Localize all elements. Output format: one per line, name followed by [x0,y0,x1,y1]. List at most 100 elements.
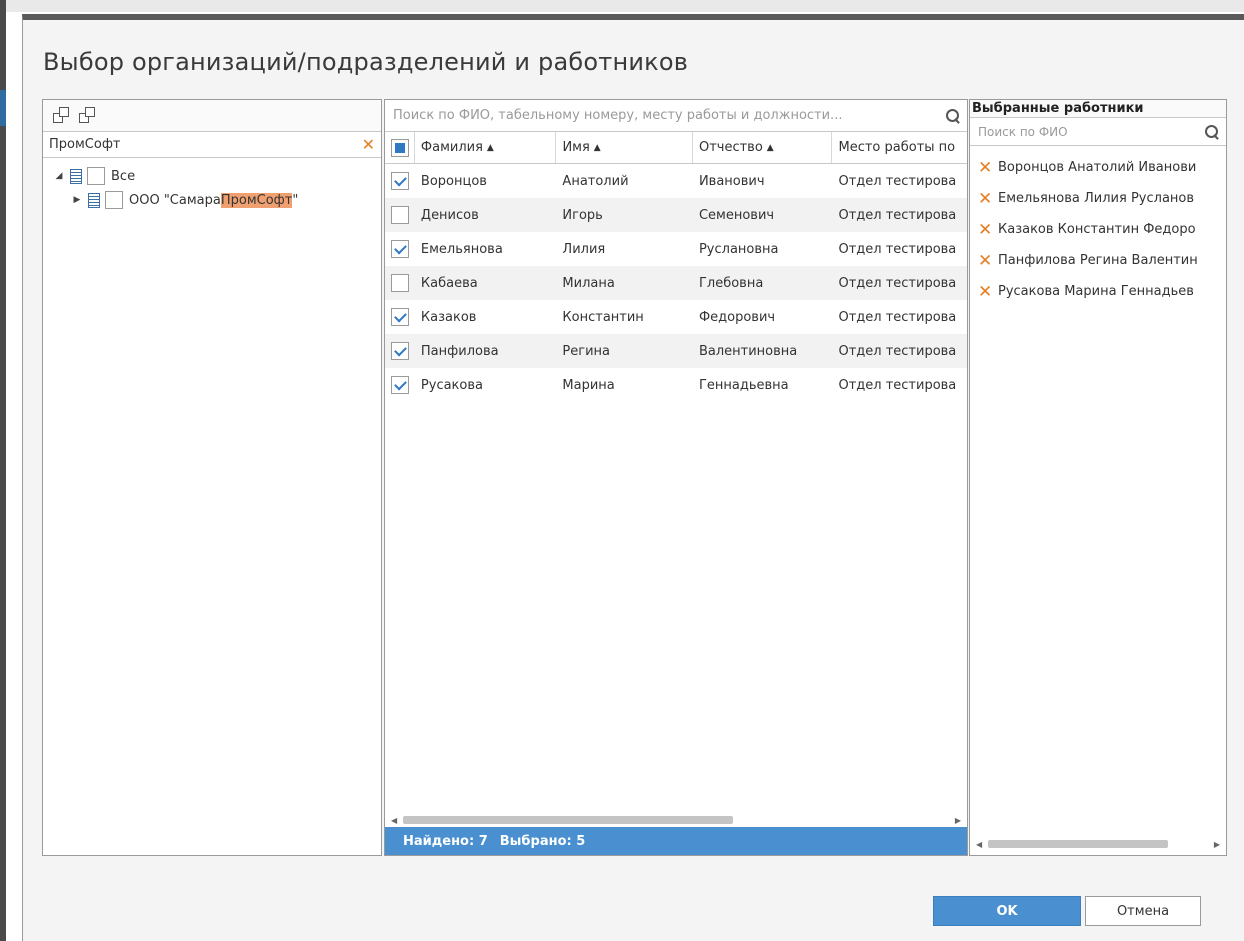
cell-lastname: Панфилова [420,343,499,359]
tree-filter-value[interactable]: ПромСофт [49,137,362,152]
table-row[interactable]: Денисов Игорь Семенович Отдел тестирова [385,198,967,232]
scrollbar-thumb[interactable] [988,840,1169,848]
scroll-right-icon[interactable]: ▶ [955,816,961,825]
cell-lastname: Казаков [420,309,477,325]
cell-workplace: Отдел тестирова [838,173,957,189]
search-icon[interactable] [1204,124,1220,140]
column-header-firstname[interactable]: Имя ▲ [556,132,693,163]
row-checkbox-cell [385,232,415,266]
remove-icon[interactable]: ✕ [978,282,992,302]
selected-worker-name: Воронцов Анатолий Иванови [998,160,1197,175]
table-row[interactable]: Казаков Константин Федорович Отдел тестиров… [385,300,967,334]
column-header-lastname[interactable]: Фамилия ▲ [415,132,557,163]
column-label: Фамилия [420,140,483,155]
row-checkbox-cell [385,266,415,300]
row-checkbox[interactable] [391,274,409,292]
column-label: Место работы по [838,140,956,155]
grid-header: Фамилия ▲ Имя ▲ Отчество ▲ Место работы по [385,132,967,164]
remove-icon[interactable]: ✕ [978,189,992,209]
row-checkbox[interactable] [391,376,409,394]
tree-node-all[interactable]: ◢ Все [43,164,381,188]
selected-search [970,118,1226,146]
scrollbar-thumb[interactable] [403,816,734,824]
cell-firstname: Игорь [562,207,603,223]
cell-patronymic: Геннадьевна [698,377,789,393]
selected-search-input[interactable] [976,123,1204,140]
grid-body: Воронцов Анатолий Иванович Отдел тестирова Д… [385,164,967,402]
organization-icon [69,168,83,184]
expand-arrow-icon[interactable]: ▶ [71,195,83,205]
cancel-button[interactable]: Отмена [1085,896,1201,926]
org-label-suffix: " [292,192,299,208]
employee-search [385,100,967,132]
remove-icon[interactable]: ✕ [978,158,992,178]
collapse-all-icon[interactable] [79,106,97,125]
org-tree: ◢ Все ▶ ООО "СамараПромСофт" [43,158,381,212]
employees-panel: Фамилия▲ Имя▲ Отчество▲ Место работы по … [384,99,968,856]
row-checkbox[interactable] [391,308,409,326]
search-icon[interactable] [945,108,961,124]
cell-patronymic: Глебовна [698,275,764,291]
selected-horizontal-scrollbar[interactable]: ◀ ▶ [970,836,1226,852]
employee-search-input[interactable] [391,107,945,124]
list-item: ✕ Воронцов Анатолий Иванови [970,152,1226,183]
scroll-left-icon[interactable]: ◀ [976,840,982,849]
list-item: ✕ Казаков Константин Федоро [970,214,1226,245]
remove-icon[interactable]: ✕ [978,251,992,271]
selected-count: Выбрано: 5 [499,833,586,849]
cell-lastname: Емельянова [420,241,503,257]
table-row[interactable]: Русакова Марина Геннадьевна Отдел тестирова [385,368,967,402]
table-row[interactable]: Панфилова Регина Валентиновна Отдел тестиро… [385,334,967,368]
tree-node-org[interactable]: ▶ ООО "СамараПромСофт" [43,188,381,212]
row-checkbox-cell [385,198,415,232]
cell-firstname: Регина [562,343,611,359]
expand-all-icon[interactable] [53,106,71,125]
table-row[interactable]: Кабаева Милана Глебовна Отдел тестирова [385,266,967,300]
dialog-title: Выбор организаций/подразделений и работн… [43,48,689,76]
table-row[interactable]: Воронцов Анатолий Иванович Отдел тестирова [385,164,967,198]
scrollbar-track[interactable] [988,840,1208,848]
scrollbar-track[interactable] [403,816,949,824]
sort-asc-icon: ▲ [486,142,494,153]
cell-lastname: Воронцов [420,173,487,189]
row-checkbox[interactable] [391,240,409,258]
cell-patronymic: Иванович [698,173,765,189]
remove-icon[interactable]: ✕ [978,220,992,240]
cell-patronymic: Валентиновна [698,343,798,359]
table-row[interactable]: Емельянова Лилия Руслановна Отдел тестирова [385,232,967,266]
select-all-checkbox[interactable] [391,138,409,157]
row-checkbox-cell [385,300,415,334]
cell-firstname: Анатолий [562,173,629,189]
select-all-header [385,132,415,163]
column-header-patronymic[interactable]: Отчество ▲ [693,132,833,163]
column-label: Отчество [698,140,763,155]
row-checkbox[interactable] [391,206,409,224]
row-checkbox[interactable] [391,172,409,190]
organization-icon [87,192,101,208]
cell-patronymic: Семенович [698,207,775,223]
org-tree-panel: ПромСофт ✕ ◢ Все ▶ ООО "СамараПромСофт" [42,99,382,856]
column-header-workplace[interactable]: Место работы по [832,132,967,163]
selected-worker-name: Панфилова Регина Валентин [998,253,1198,268]
scroll-left-icon[interactable]: ◀ [391,816,397,825]
selected-worker-name: Емельянова Лилия Русланов [998,191,1195,206]
row-checkbox[interactable] [391,342,409,360]
ok-button[interactable]: OK [933,896,1081,926]
clear-filter-icon[interactable]: ✕ [362,135,375,154]
grid-horizontal-scrollbar[interactable]: ◀ ▶ [385,812,967,828]
cell-firstname: Лилия [562,241,606,257]
tree-node-label: ООО "СамараПромСофт" [129,192,299,208]
org-label-prefix: ООО "Самара [129,192,221,208]
scroll-right-icon[interactable]: ▶ [1214,840,1220,849]
column-label: Имя [562,140,590,155]
cell-patronymic: Федорович [698,309,776,325]
selected-workers-title: Выбранные работники [970,100,1226,118]
tree-node-checkbox[interactable] [105,191,123,209]
tree-node-checkbox[interactable] [87,167,105,185]
collapse-arrow-icon[interactable]: ◢ [53,171,65,181]
cell-firstname: Милана [562,275,615,291]
row-checkbox-cell [385,164,415,198]
grid-status-bar: Найдено: 7 Выбрано: 5 [385,827,967,855]
tree-filter[interactable]: ПромСофт ✕ [43,132,381,158]
cell-firstname: Марина [562,377,615,393]
